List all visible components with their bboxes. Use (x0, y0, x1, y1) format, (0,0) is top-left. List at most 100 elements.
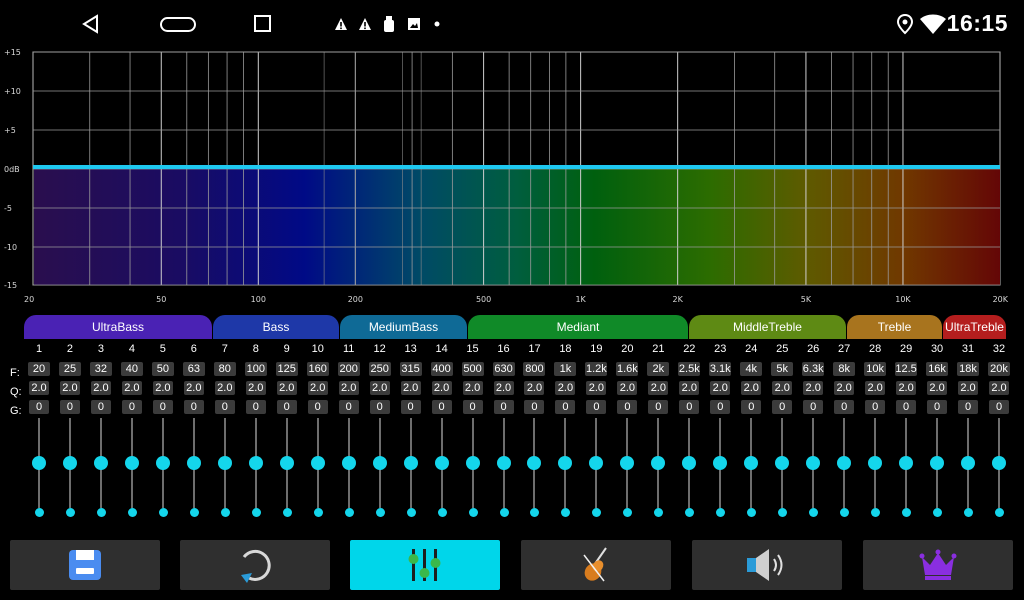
slider-knob[interactable] (744, 456, 759, 470)
freq-value[interactable]: 160 (306, 362, 329, 376)
gain-value[interactable]: 0 (59, 400, 80, 414)
slider-knob[interactable] (930, 456, 945, 470)
freq-value[interactable]: 40 (120, 362, 143, 376)
freq-value[interactable]: 1.2k (585, 362, 608, 376)
gain-slider[interactable] (650, 418, 666, 520)
gain-value[interactable]: 0 (679, 400, 700, 414)
gain-slider[interactable] (929, 418, 945, 520)
reset-button[interactable] (180, 540, 330, 590)
home-icon[interactable] (159, 15, 197, 35)
gain-value[interactable]: 0 (121, 400, 142, 414)
slider-knob[interactable] (93, 456, 108, 470)
q-value[interactable]: 2.0 (772, 381, 793, 395)
freq-value[interactable]: 3.1k (709, 362, 732, 376)
q-value[interactable]: 2.0 (865, 381, 886, 395)
slider-knob[interactable] (403, 456, 418, 470)
gain-value[interactable]: 0 (462, 400, 483, 414)
gain-value[interactable]: 0 (431, 400, 452, 414)
slider-knob[interactable] (434, 456, 449, 470)
q-value[interactable]: 2.0 (369, 381, 390, 395)
slider-knob[interactable] (248, 456, 263, 470)
gain-value[interactable]: 0 (586, 400, 607, 414)
freq-value[interactable]: 800 (523, 362, 546, 376)
q-value[interactable]: 2.0 (927, 381, 948, 395)
slider-knob[interactable] (32, 456, 46, 470)
freq-value[interactable]: 12.5 (895, 362, 918, 376)
gain-slider[interactable] (681, 418, 697, 520)
freq-value[interactable]: 18k (957, 362, 980, 376)
q-value[interactable]: 2.0 (276, 381, 297, 395)
q-value[interactable]: 2.0 (617, 381, 638, 395)
gain-value[interactable]: 0 (183, 400, 204, 414)
gain-slider[interactable] (31, 418, 47, 520)
q-value[interactable]: 2.0 (152, 381, 173, 395)
q-value[interactable]: 2.0 (59, 381, 80, 395)
band-tab-mediumbass[interactable]: MediumBass (340, 315, 467, 339)
gain-value[interactable]: 0 (152, 400, 173, 414)
gain-value[interactable]: 0 (90, 400, 111, 414)
q-value[interactable]: 2.0 (803, 381, 824, 395)
freq-value[interactable]: 1.6k (616, 362, 639, 376)
q-value[interactable]: 2.0 (121, 381, 142, 395)
gain-slider[interactable] (248, 418, 264, 520)
gain-value[interactable]: 0 (896, 400, 917, 414)
gain-slider[interactable] (712, 418, 728, 520)
gain-value[interactable]: 0 (927, 400, 948, 414)
q-value[interactable]: 2.0 (679, 381, 700, 395)
gain-value[interactable]: 0 (29, 400, 49, 414)
freq-value[interactable]: 500 (461, 362, 484, 376)
q-value[interactable]: 2.0 (400, 381, 421, 395)
q-value[interactable]: 2.0 (307, 381, 328, 395)
slider-knob[interactable] (620, 456, 635, 470)
q-value[interactable]: 2.0 (29, 381, 49, 395)
gain-slider[interactable] (310, 418, 326, 520)
save-button[interactable] (10, 540, 160, 590)
gain-slider[interactable] (217, 418, 233, 520)
slider-knob[interactable] (682, 456, 697, 470)
q-value[interactable]: 2.0 (741, 381, 762, 395)
q-value[interactable]: 2.0 (245, 381, 266, 395)
gain-slider[interactable] (588, 418, 604, 520)
gain-slider[interactable] (186, 418, 202, 520)
freq-value[interactable]: 32 (89, 362, 112, 376)
gain-value[interactable]: 0 (338, 400, 359, 414)
gain-slider[interactable] (372, 418, 388, 520)
freq-value[interactable]: 50 (151, 362, 174, 376)
freq-value[interactable]: 16k (926, 362, 949, 376)
freq-value[interactable]: 25 (58, 362, 81, 376)
slider-knob[interactable] (279, 456, 294, 470)
q-value[interactable]: 2.0 (524, 381, 545, 395)
freq-value[interactable]: 6.3k (802, 362, 825, 376)
slider-knob[interactable] (155, 456, 170, 470)
band-tab-bass[interactable]: Bass (213, 315, 339, 339)
slider-knob[interactable] (837, 456, 852, 470)
gain-value[interactable]: 0 (369, 400, 390, 414)
freq-value[interactable]: 2k (647, 362, 670, 376)
gain-slider[interactable] (279, 418, 295, 520)
slider-knob[interactable] (62, 456, 77, 470)
gain-value[interactable]: 0 (524, 400, 545, 414)
gain-value[interactable]: 0 (648, 400, 669, 414)
slider-knob[interactable] (558, 456, 573, 470)
gain-slider[interactable] (93, 418, 109, 520)
freq-value[interactable]: 20k (988, 362, 1010, 376)
slider-knob[interactable] (713, 456, 728, 470)
slider-knob[interactable] (589, 456, 604, 470)
q-value[interactable]: 2.0 (493, 381, 514, 395)
gain-value[interactable]: 0 (214, 400, 235, 414)
premium-button[interactable] (863, 540, 1013, 590)
slider-knob[interactable] (186, 456, 201, 470)
gain-slider[interactable] (341, 418, 357, 520)
gain-value[interactable]: 0 (834, 400, 855, 414)
slider-knob[interactable] (992, 456, 1006, 470)
gain-slider[interactable] (62, 418, 78, 520)
q-value[interactable]: 2.0 (431, 381, 452, 395)
slider-knob[interactable] (899, 456, 914, 470)
gain-value[interactable]: 0 (803, 400, 824, 414)
instrument-preset-button[interactable] (521, 540, 671, 590)
gain-value[interactable]: 0 (865, 400, 886, 414)
slider-knob[interactable] (465, 456, 480, 470)
q-value[interactable]: 2.0 (586, 381, 607, 395)
freq-value[interactable]: 200 (337, 362, 360, 376)
q-value[interactable]: 2.0 (989, 381, 1009, 395)
